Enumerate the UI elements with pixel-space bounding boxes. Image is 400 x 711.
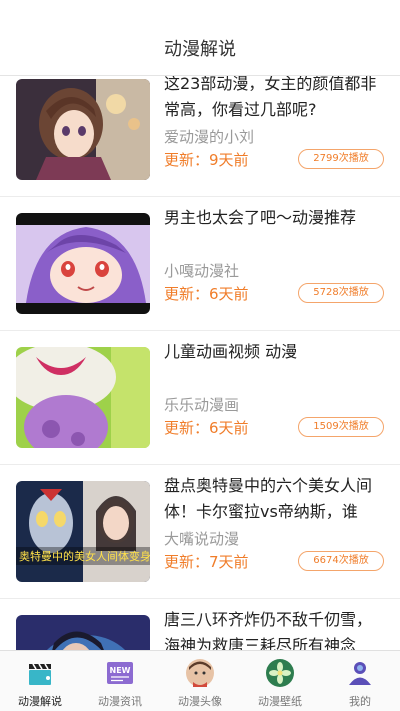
list-item[interactable]: 奥特曼中的美女人间体变身 盘点奥特曼中的六个美女人间体！卡尔蜜拉vs帝纳斯，谁最… bbox=[0, 465, 400, 599]
play-count-badge: 1509次播放 bbox=[298, 417, 384, 437]
tab-label: 我的 bbox=[349, 695, 371, 708]
tab-label: 动漫头像 bbox=[178, 695, 222, 708]
tab-anime-commentary[interactable]: 动漫解说 bbox=[0, 651, 80, 711]
list-item[interactable]: 儿童动画视频 动漫 乐乐动漫画 更新：6天前 1509次播放 bbox=[0, 331, 400, 465]
play-count-badge: 2799次播放 bbox=[298, 149, 384, 169]
video-author: 大嘴说动漫 bbox=[164, 530, 240, 548]
video-title[interactable]: 盘点奥特曼中的六个美女人间体！卡尔蜜拉vs帝纳斯，谁最... bbox=[164, 473, 386, 525]
tab-label: 动漫壁纸 bbox=[258, 695, 302, 708]
tab-anime-news[interactable]: NEW 动漫资讯 bbox=[80, 651, 160, 711]
new-badge-icon: NEW bbox=[104, 657, 136, 689]
update-time: 更新：9天前 bbox=[164, 151, 249, 169]
video-author: 爱动漫的小刘 bbox=[164, 128, 255, 146]
top-bar: 动漫解说 bbox=[0, 0, 400, 76]
video-thumbnail[interactable] bbox=[16, 615, 150, 650]
video-list[interactable]: 这23部动漫，女主的颜值都非常高，你看过几部呢? 爱动漫的小刘 更新：9天前 2… bbox=[0, 76, 400, 650]
douluo-thumbnail-image bbox=[16, 615, 150, 650]
video-thumbnail[interactable]: 奥特曼中的美女人间体变身 bbox=[16, 481, 150, 582]
update-time: 更新：6天前 bbox=[164, 285, 249, 303]
update-time: 更新：6天前 bbox=[164, 419, 249, 437]
tab-label: 动漫解说 bbox=[18, 695, 62, 708]
tab-anime-avatar[interactable]: 动漫头像 bbox=[160, 651, 240, 711]
list-item[interactable]: 这23部动漫，女主的颜值都非常高，你看过几部呢? 爱动漫的小刘 更新：9天前 2… bbox=[0, 76, 400, 197]
cartoon-creature-thumbnail-image bbox=[16, 347, 150, 448]
avatar-face-icon bbox=[184, 657, 216, 689]
video-thumbnail[interactable] bbox=[16, 347, 150, 448]
list-item[interactable]: 男主也太会了吧～动漫推荐 小嘎动漫社 更新：6天前 5728次播放 bbox=[0, 197, 400, 331]
play-count-badge: 5728次播放 bbox=[298, 283, 384, 303]
tab-me[interactable]: 我的 bbox=[320, 651, 400, 711]
video-title[interactable]: 男主也太会了吧～动漫推荐 bbox=[164, 205, 386, 231]
video-title[interactable]: 唐三八环齐炸仍不敌千仞雪，海神为救唐三耗尽所有神念 bbox=[164, 607, 386, 650]
update-time: 更新：7天前 bbox=[164, 553, 249, 571]
clapperboard-icon bbox=[24, 657, 56, 689]
tab-label: 动漫资讯 bbox=[98, 695, 142, 708]
video-title[interactable]: 儿童动画视频 动漫 bbox=[164, 339, 386, 365]
video-author: 乐乐动漫画 bbox=[164, 396, 240, 414]
list-item[interactable]: 唐三八环齐炸仍不敌千仞雪，海神为救唐三耗尽所有神念 bbox=[0, 599, 400, 650]
play-count-badge: 6674次播放 bbox=[298, 551, 384, 571]
video-title[interactable]: 这23部动漫，女主的颜值都非常高，你看过几部呢? bbox=[164, 76, 386, 123]
thumbnail-caption: 奥特曼中的美女人间体变身 bbox=[19, 549, 150, 563]
ultraman-thumbnail-image: 奥特曼中的美女人间体变身 bbox=[16, 481, 150, 582]
video-thumbnail[interactable] bbox=[16, 213, 150, 314]
video-author: 小嘎动漫社 bbox=[164, 262, 240, 280]
anime-girl-thumbnail-image bbox=[16, 79, 150, 180]
user-icon bbox=[344, 657, 376, 689]
new-badge-text: NEW bbox=[110, 666, 131, 675]
anime-character-thumbnail-image bbox=[16, 213, 150, 314]
bottom-tab-bar: 动漫解说 NEW 动漫资讯 动漫头像 动漫壁纸 我的 bbox=[0, 650, 400, 711]
flower-wallpaper-icon bbox=[264, 657, 296, 689]
tab-anime-wallpaper[interactable]: 动漫壁纸 bbox=[240, 651, 320, 711]
page-title: 动漫解说 bbox=[164, 39, 236, 60]
video-thumbnail[interactable] bbox=[16, 79, 150, 180]
